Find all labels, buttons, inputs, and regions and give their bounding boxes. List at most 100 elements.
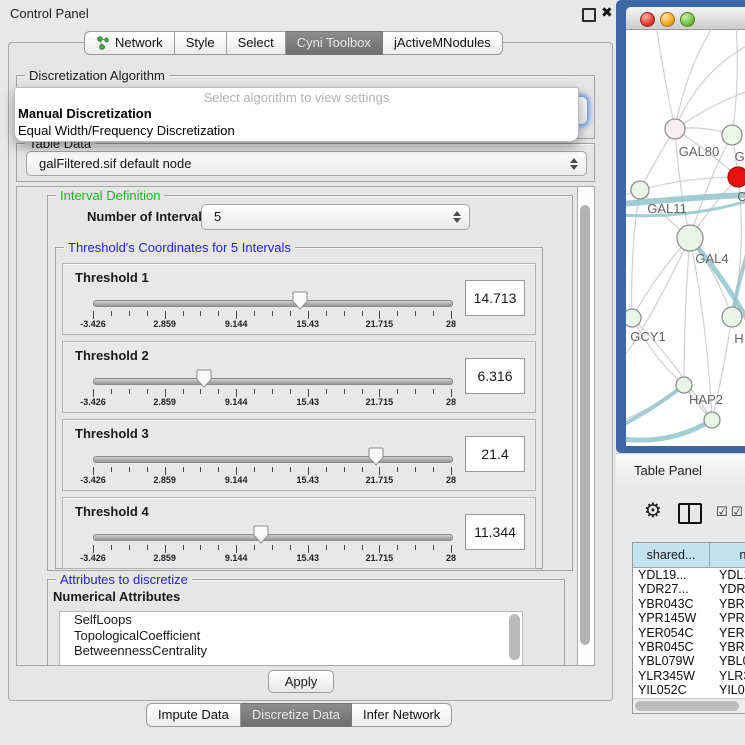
table-cell[interactable]: YER0 <box>714 626 745 640</box>
table-row[interactable]: YER054CYER0 <box>633 626 745 640</box>
combo-arrows-icon <box>453 211 461 223</box>
slider-tick <box>111 311 112 316</box>
slider-tick <box>344 545 345 550</box>
table-row[interactable]: YPR145WYPR1 <box>633 611 745 625</box>
scrollbar-thumb[interactable] <box>580 205 590 645</box>
network-node[interactable] <box>728 167 745 187</box>
algorithm-popup-item[interactable]: Manual Discretization <box>15 105 578 122</box>
columns-icon[interactable] <box>678 503 702 524</box>
table-cell[interactable]: YER054C <box>633 626 714 640</box>
tab-impute-data[interactable]: Impute Data <box>146 703 241 727</box>
tab-select[interactable]: Select <box>227 31 286 55</box>
apply-button[interactable]: Apply <box>268 670 334 693</box>
table-row[interactable]: YDR27...YDR2 <box>633 582 745 596</box>
tab-network[interactable]: Network <box>84 31 175 55</box>
network-node[interactable] <box>665 119 685 139</box>
minimize-window-icon[interactable] <box>660 12 675 27</box>
slider-thumb[interactable] <box>292 291 308 310</box>
table-row[interactable]: YBL079WYBL0 <box>633 654 745 668</box>
table-row[interactable]: YDL19...YDL1 <box>633 568 745 582</box>
slider-tick <box>236 311 237 319</box>
slider-thumb[interactable] <box>196 369 212 388</box>
algorithm-popup-item[interactable]: Equal Width/Frequency Discretization <box>15 122 578 139</box>
slider-tick-label: 9.144 <box>214 553 258 563</box>
slider-track[interactable] <box>93 456 453 463</box>
table-cell[interactable]: YPR1 <box>714 611 745 625</box>
table-column-header[interactable]: shared... <box>633 543 710 567</box>
threshold-value-field[interactable]: 14.713 <box>465 280 525 316</box>
network-node[interactable] <box>722 307 742 327</box>
network-node[interactable] <box>676 377 692 393</box>
table-cell[interactable]: YDR2 <box>714 582 745 596</box>
slider-track[interactable] <box>93 300 453 307</box>
scrollbar-thumb[interactable] <box>635 701 739 711</box>
table-cell[interactable]: YBL079W <box>633 654 714 668</box>
network-node[interactable] <box>704 412 720 428</box>
slider-tick-label: -3.426 <box>71 553 115 563</box>
checkbox-icon[interactable]: ☑ <box>716 505 728 518</box>
table-cell[interactable]: YLR345W <box>633 669 714 683</box>
network-node[interactable] <box>626 309 641 327</box>
attribute-list-item[interactable]: SelfLoops <box>60 612 522 628</box>
table-cell[interactable]: YBR045C <box>633 640 714 654</box>
network-canvas[interactable]: GAL80GACGAL11GAL4GCY1HHAP2 <box>626 29 745 446</box>
tab-jactivemnodules[interactable]: jActiveMNodules <box>383 31 503 55</box>
float-panel-icon[interactable] <box>582 8 596 22</box>
table-row[interactable]: YIL052CYIL0 <box>633 683 745 697</box>
network-node[interactable] <box>631 181 649 199</box>
numerical-attributes-list[interactable]: SelfLoopsTopologicalCoefficientBetweenne… <box>59 611 523 666</box>
table-cell[interactable]: YPR145W <box>633 611 714 625</box>
threshold-value-field[interactable]: 11.344 <box>465 514 525 550</box>
attribute-list-item[interactable]: TopologicalCoefficient <box>60 628 522 644</box>
slider-tick <box>344 389 345 394</box>
threshold-value-field[interactable]: 21.4 <box>465 436 525 472</box>
attribute-list-scrollbar[interactable] <box>509 614 520 660</box>
table-cell[interactable]: YDL19... <box>633 568 714 582</box>
tab-infer-network[interactable]: Infer Network <box>352 703 452 727</box>
network-node[interactable] <box>722 125 742 145</box>
table-cell[interactable]: YLR3 <box>714 669 745 683</box>
number-of-intervals-combobox[interactable]: 5 <box>201 204 470 230</box>
table-cell[interactable]: YBR043C <box>633 597 714 611</box>
table-row[interactable]: YBR045CYBR0 <box>633 640 745 654</box>
tab-style[interactable]: Style <box>175 31 227 55</box>
network-window-titlebar[interactable] <box>626 7 745 30</box>
network-edge <box>626 420 712 440</box>
table-row[interactable]: YBR043CYBR0 <box>633 597 745 611</box>
table-cell[interactable]: YDL1 <box>714 568 745 582</box>
node-label: GCY1 <box>630 329 665 344</box>
slider-tick <box>362 467 363 472</box>
tab-discretize-data[interactable]: Discretize Data <box>241 703 352 727</box>
network-node[interactable] <box>677 225 703 251</box>
slider-thumb[interactable] <box>368 447 384 466</box>
table-data-combobox[interactable]: galFiltered.sif default node <box>26 151 587 176</box>
slider-thumb[interactable] <box>253 525 269 544</box>
table-cell[interactable]: YBR0 <box>714 640 745 654</box>
tab-cyni-toolbox[interactable]: Cyni Toolbox <box>286 31 383 55</box>
checkbox-icon[interactable]: ☑ <box>731 505 743 518</box>
table-cell[interactable]: YDR27... <box>633 582 714 596</box>
close-panel-icon[interactable]: ✖ <box>601 4 613 21</box>
slider-tick <box>415 389 416 394</box>
table-row[interactable]: YLR345WYLR3 <box>633 669 745 683</box>
table-cell[interactable]: YIL0 <box>714 683 745 697</box>
attribute-list-item[interactable]: BetweennessCentrality <box>60 643 522 659</box>
threshold-value-field[interactable]: 6.316 <box>465 358 525 394</box>
slider-tick-label: 15.43 <box>286 553 330 563</box>
slider-tick <box>254 389 255 394</box>
table-horizontal-scrollbar[interactable] <box>633 698 745 713</box>
table-column-header[interactable]: n... <box>710 543 745 567</box>
settings-vertical-scrollbar[interactable] <box>577 186 595 666</box>
slider-tick-label: 2.859 <box>143 319 187 329</box>
close-window-icon[interactable] <box>640 12 655 27</box>
slider-tick <box>236 389 237 397</box>
node-label: H <box>734 331 743 346</box>
gear-icon[interactable]: ⚙ <box>644 501 662 521</box>
table-cell[interactable]: YBL0 <box>714 654 745 668</box>
slider-track[interactable] <box>93 378 453 385</box>
table-cell[interactable]: YIL052C <box>633 683 714 697</box>
zoom-window-icon[interactable] <box>680 12 695 27</box>
table-cell[interactable]: YBR0 <box>714 597 745 611</box>
slider-track[interactable] <box>93 534 453 541</box>
network-edge <box>656 29 675 129</box>
